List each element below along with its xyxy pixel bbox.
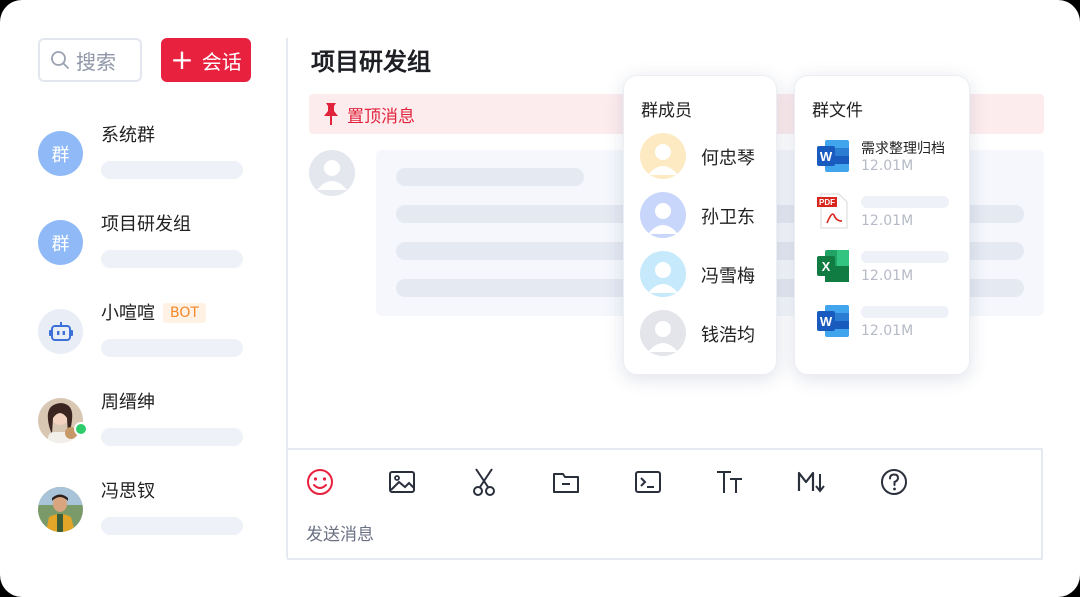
message-input[interactable]: 发送消息 (306, 520, 374, 545)
screenshot-button[interactable] (468, 466, 500, 498)
message-avatar (309, 150, 355, 196)
file-name-placeholder (861, 251, 949, 263)
conversation-name: 周缙绅 (101, 392, 155, 413)
member-avatar (640, 310, 686, 356)
pdf-file-icon: PDF (817, 193, 848, 229)
file-name: 需求整理归档 (861, 141, 945, 157)
word-file-icon: W (817, 305, 849, 337)
file-name-placeholder (861, 196, 949, 208)
member-avatar (640, 133, 686, 179)
help-icon (881, 469, 907, 495)
app-window: 搜索 + 会话 群 系统群 群 项目研发组 小喧喧 BOT 周缙绅 冯思钗 项目… (0, 0, 1080, 597)
robot-icon (48, 321, 73, 341)
search-icon (51, 51, 69, 69)
emoji-icon (307, 469, 333, 495)
search-box[interactable]: 搜索 (38, 38, 142, 82)
online-status-dot (74, 422, 88, 436)
new-chat-button[interactable]: + 会话 (161, 38, 251, 82)
group-avatar: 群 (38, 220, 83, 265)
member-name: 钱浩均 (701, 325, 755, 346)
bot-avatar (38, 309, 83, 354)
folder-icon (553, 473, 579, 493)
group-files-popup: 群文件 W 需求整理归档 12.01M PDF 12.01M X 12.01M … (794, 75, 970, 375)
member-avatar (640, 251, 686, 297)
message-preview-placeholder (101, 161, 243, 179)
file-item[interactable]: X 12.01M (815, 248, 955, 288)
user-avatar (38, 487, 83, 532)
chat-title: 项目研发组 (311, 48, 431, 76)
conversation-name: 小喧喧 BOT (101, 299, 206, 325)
pdf-icon-label: PDF (819, 198, 835, 207)
conversation-name: 冯思钗 (101, 481, 155, 502)
file-button[interactable] (550, 466, 582, 498)
message-line-placeholder (396, 168, 584, 186)
file-item[interactable]: W 需求整理归档 12.01M (815, 138, 955, 178)
conversation-name: 系统群 (101, 125, 155, 146)
group-avatar: 群 (38, 131, 83, 176)
conversation-item[interactable]: 群 项目研发组 (38, 212, 258, 282)
excel-icon-letter: X (822, 259, 831, 274)
file-size: 12.01M (861, 213, 914, 229)
bot-badge: BOT (163, 303, 206, 323)
member-name: 孙卫东 (701, 207, 755, 228)
excel-file-icon: X (817, 250, 849, 282)
image-button[interactable] (386, 466, 418, 498)
conversation-item[interactable]: 群 系统群 (38, 123, 258, 193)
message-preview-placeholder (101, 339, 243, 357)
file-item[interactable]: PDF 12.01M (815, 193, 955, 233)
conversation-name: 项目研发组 (101, 214, 191, 235)
image-icon (389, 471, 415, 493)
search-placeholder: 搜索 (76, 49, 116, 74)
word-icon-letter: W (820, 314, 833, 329)
conversation-item[interactable]: 小喧喧 BOT (38, 301, 258, 371)
conversation-item[interactable]: 冯思钗 (38, 479, 258, 549)
member-name: 何忠琴 (701, 148, 755, 169)
plus-icon: + (170, 43, 194, 76)
message-preview-placeholder (101, 428, 243, 446)
message-composer: 发送消息 (287, 448, 1043, 560)
member-item[interactable]: 钱浩均 (640, 310, 780, 356)
word-icon-letter: W (820, 149, 833, 164)
member-avatar (640, 192, 686, 238)
member-item[interactable]: 冯雪梅 (640, 251, 780, 297)
message-preview-placeholder (101, 250, 243, 268)
code-button[interactable] (632, 466, 664, 498)
message-preview-placeholder (101, 517, 243, 535)
word-file-icon: W (817, 140, 849, 172)
text-format-button[interactable] (714, 466, 746, 498)
pin-icon (324, 103, 338, 125)
file-size: 12.01M (861, 323, 914, 339)
terminal-icon (635, 471, 661, 493)
file-size: 12.01M (861, 268, 914, 284)
bot-name: 小喧喧 (101, 303, 155, 324)
pinned-label: 置顶消息 (347, 106, 415, 127)
user-avatar (38, 398, 83, 443)
file-name-placeholder (861, 306, 949, 318)
help-button[interactable] (878, 466, 910, 498)
file-size: 12.01M (861, 158, 914, 174)
text-format-icon (717, 471, 742, 493)
files-popup-title: 群文件 (812, 101, 863, 121)
markdown-icon (797, 471, 825, 493)
new-chat-label: 会话 (201, 49, 242, 74)
member-name: 冯雪梅 (701, 266, 755, 287)
emoji-button[interactable] (304, 466, 336, 498)
markdown-button[interactable] (796, 466, 828, 498)
file-item[interactable]: W 12.01M (815, 303, 955, 343)
member-item[interactable]: 孙卫东 (640, 192, 780, 238)
member-item[interactable]: 何忠琴 (640, 133, 780, 179)
scissors-icon (473, 468, 495, 496)
conversation-item[interactable]: 周缙绅 (38, 390, 258, 460)
members-popup-title: 群成员 (641, 101, 692, 121)
group-members-popup: 群成员 何忠琴 孙卫东 冯雪梅 钱浩均 (623, 75, 777, 375)
